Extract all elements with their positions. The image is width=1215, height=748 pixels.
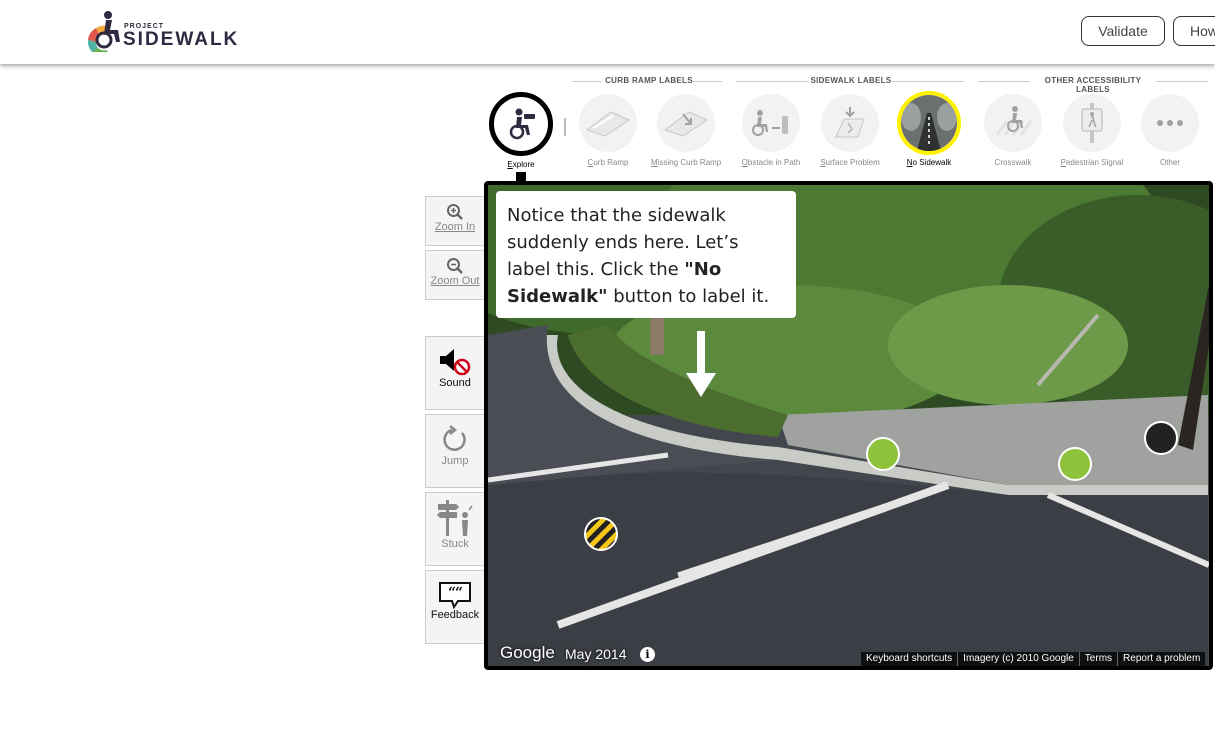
- callout-text-end: button to label it.: [607, 286, 770, 307]
- zoom-in-icon: [447, 204, 463, 220]
- logo-sidewalk-text: SIDEWALK: [123, 29, 240, 50]
- toolbar-separator: [564, 118, 566, 136]
- map-attribution-bar: Keyboard shortcuts Imagery (c) 2010 Goog…: [861, 652, 1206, 666]
- logo-mark-icon: [87, 11, 120, 52]
- other-icon: [1141, 94, 1199, 152]
- zoom-out-icon: [447, 258, 463, 274]
- down-arrow-icon: [686, 331, 716, 397]
- tool-no-sidewalk[interactable]: No Sidewalk: [894, 91, 964, 167]
- tool-label: Missing Curb Ramp: [651, 158, 722, 167]
- street-view-panorama[interactable]: Notice that the sidewalk suddenly ends h…: [484, 181, 1213, 670]
- tool-explore[interactable]: Explore: [486, 92, 556, 169]
- google-logo: Google: [500, 643, 555, 662]
- pedestrian-signal-icon: [1063, 94, 1121, 152]
- curb-ramp-icon: [579, 94, 637, 152]
- group-divider: [736, 81, 808, 82]
- crosswalk-icon: [984, 94, 1042, 152]
- info-icon[interactable]: i: [640, 647, 655, 662]
- feedback-label: Feedback: [430, 609, 480, 621]
- explore-icon: [489, 92, 553, 156]
- group-divider: [1156, 81, 1208, 82]
- sound-button[interactable]: Sound: [425, 336, 485, 410]
- tool-label: No Sidewalk: [906, 158, 952, 167]
- tool-curb-ramp[interactable]: Curb Ramp: [573, 94, 643, 167]
- sound-muted-icon: [440, 349, 471, 376]
- tool-missing-curb-ramp[interactable]: Missing Curb Ramp: [651, 94, 721, 167]
- curb-ramp-marker[interactable]: [1058, 447, 1092, 481]
- report-problem-link[interactable]: Report a problem: [1117, 652, 1205, 666]
- tool-label: Surface Problem: [820, 158, 880, 167]
- tool-label: Explore: [507, 160, 535, 169]
- validate-button[interactable]: Validate: [1081, 16, 1165, 46]
- obstacle-icon: [742, 94, 800, 152]
- no-sidewalk-icon: [897, 91, 961, 155]
- zoom-out-button[interactable]: Zoom Out: [425, 250, 485, 300]
- jump-button[interactable]: Jump: [425, 414, 485, 488]
- stuck-button[interactable]: Stuck: [425, 492, 485, 566]
- sound-label: Sound: [439, 377, 471, 389]
- project-sidewalk-logo[interactable]: PROJECT SIDEWALK: [86, 10, 246, 54]
- tool-label: Pedestrian Signal: [1060, 158, 1124, 167]
- tool-surface-problem[interactable]: Surface Problem: [815, 94, 885, 167]
- svg-text:“: “: [455, 585, 463, 601]
- feedback-speech-bubble-icon: ““: [439, 582, 471, 609]
- tool-label: Curb Ramp: [587, 158, 629, 167]
- group-title-curb-ramp: CURB RAMP LABELS: [605, 76, 693, 85]
- group-divider: [892, 81, 964, 82]
- tool-label: Crosswalk: [994, 158, 1032, 167]
- zoom-in-label: Zoom In: [434, 221, 476, 233]
- surface-problem-icon: [821, 94, 879, 152]
- jump-label: Jump: [441, 455, 469, 467]
- group-title-other: OTHER ACCESSIBILITY LABELS: [1044, 76, 1142, 94]
- surface-problem-marker[interactable]: [584, 517, 618, 551]
- tool-obstacle-in-path[interactable]: Obstacle in Path: [736, 94, 806, 167]
- group-divider: [692, 81, 722, 82]
- stuck-label: Stuck: [441, 538, 469, 550]
- tool-other[interactable]: Other: [1135, 94, 1205, 167]
- zoom-out-label: Zoom Out: [430, 275, 480, 287]
- terms-link[interactable]: Terms: [1078, 652, 1117, 666]
- top-header: PROJECT SIDEWALK Validate How: [0, 0, 1215, 64]
- imagery-date: May 2014: [565, 646, 627, 662]
- missing-curb-ramp-icon: [657, 94, 715, 152]
- tool-crosswalk[interactable]: Crosswalk: [978, 94, 1048, 167]
- jump-icon: [443, 425, 466, 451]
- tool-pedestrian-signal[interactable]: Pedestrian Signal: [1057, 94, 1127, 167]
- tool-label: Other: [1159, 158, 1180, 167]
- tutorial-callout: Notice that the sidewalk suddenly ends h…: [496, 191, 796, 318]
- how-button[interactable]: How: [1173, 16, 1215, 46]
- group-divider: [978, 81, 1030, 82]
- zoom-in-button[interactable]: Zoom In: [425, 196, 485, 246]
- stuck-signpost-icon: [437, 500, 473, 536]
- feedback-button[interactable]: ““ Feedback: [425, 570, 485, 644]
- group-title-sidewalk: SIDEWALK LABELS: [810, 76, 892, 85]
- curb-ramp-marker[interactable]: [866, 437, 900, 471]
- group-divider: [572, 81, 602, 82]
- imagery-credit: Imagery (c) 2010 Google: [957, 652, 1079, 666]
- keyboard-shortcuts-link[interactable]: Keyboard shortcuts: [861, 652, 957, 666]
- obstacle-marker[interactable]: [1144, 421, 1178, 455]
- tool-label: Obstacle in Path: [741, 158, 801, 167]
